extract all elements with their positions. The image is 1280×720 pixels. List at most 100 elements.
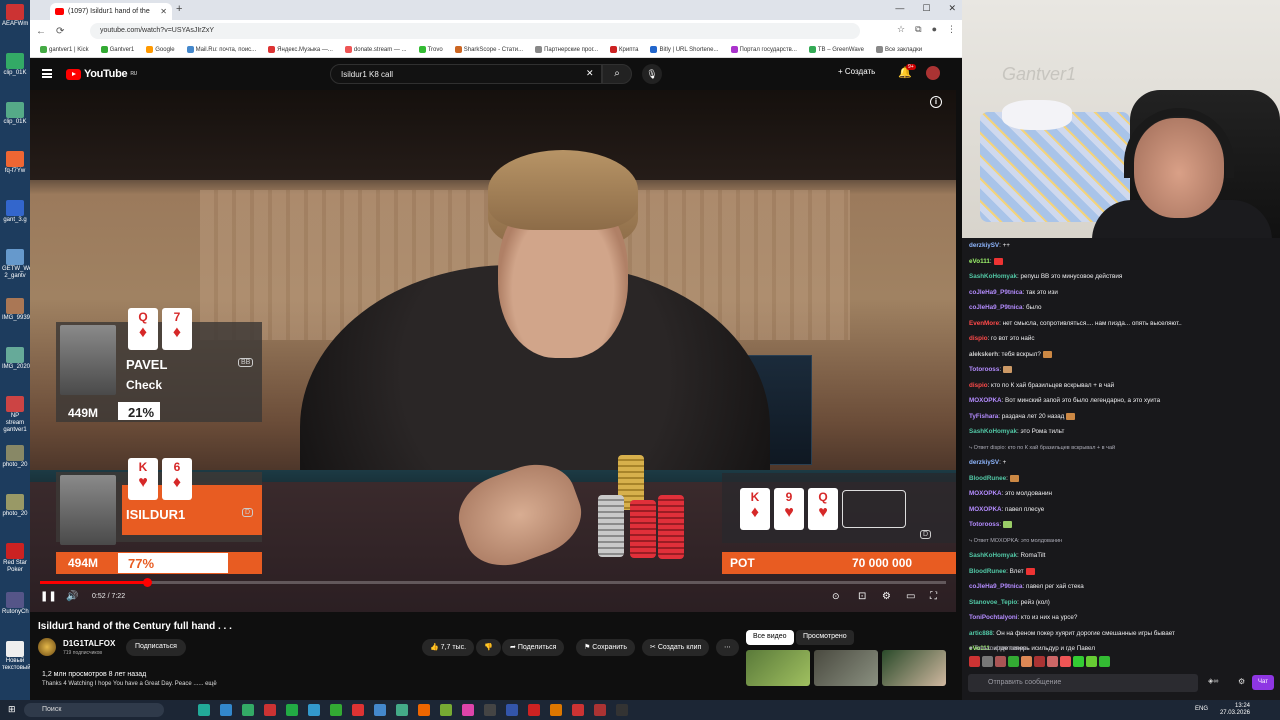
emote-icon[interactable] xyxy=(995,656,1006,667)
emote-icon[interactable] xyxy=(1034,656,1045,667)
chat-send-button[interactable]: Чат xyxy=(1252,675,1274,690)
taskbar-app-icon[interactable] xyxy=(550,704,562,716)
taskbar-app-icon[interactable] xyxy=(506,704,518,716)
taskbar-app-icon[interactable] xyxy=(484,704,496,716)
taskbar-app-icon[interactable] xyxy=(198,704,210,716)
chat-username[interactable]: dispio xyxy=(969,335,988,342)
desktop-icon[interactable]: clip_01K xyxy=(2,53,28,77)
taskbar-app-icon[interactable] xyxy=(418,704,430,716)
channel-points-icon[interactable]: ◈∞ xyxy=(1208,677,1218,685)
taskbar-app-icon[interactable] xyxy=(308,704,320,716)
taskbar-app-icon[interactable] xyxy=(264,704,276,716)
bookmark-item[interactable]: donate.stream — ... xyxy=(344,46,407,53)
chat-username[interactable]: derzkiySV xyxy=(969,459,999,466)
browser-tab[interactable]: (1097) Isildur1 hand of the ✕ xyxy=(50,3,172,20)
chat-input[interactable]: Отправить сообщение xyxy=(968,674,1198,692)
channel-name[interactable]: D1G1TALFOX xyxy=(63,639,115,648)
desktop-icon[interactable]: photo_20 xyxy=(2,445,28,469)
emote-icon[interactable] xyxy=(1060,656,1071,667)
fullscreen-icon[interactable]: ⛶ xyxy=(930,591,937,602)
chat-username[interactable]: Stanovoe_Tepio xyxy=(969,599,1017,606)
taskbar-app-icon[interactable] xyxy=(572,704,584,716)
profile-icon[interactable]: ● xyxy=(932,24,937,35)
chat-username[interactable]: ToniPochtalyoni xyxy=(969,614,1018,621)
bookmark-item[interactable]: Trovo xyxy=(418,46,443,53)
taskbar-app-icon[interactable] xyxy=(616,704,628,716)
chat-username[interactable]: SashKoHomyak xyxy=(969,552,1017,559)
desktop-icon[interactable]: photo_20 xyxy=(2,494,28,518)
more-actions-button[interactable]: ⋯ xyxy=(716,639,739,656)
taskbar-search[interactable]: Поиск xyxy=(24,703,164,717)
share-button[interactable]: ➦ Поделиться xyxy=(502,639,565,656)
taskbar-app-icon[interactable] xyxy=(594,704,606,716)
emote-icon[interactable] xyxy=(1086,656,1097,667)
taskbar-app-icon[interactable] xyxy=(330,704,342,716)
chat-username[interactable]: eVo111 xyxy=(969,258,990,265)
recommended-thumbnail-1[interactable] xyxy=(746,650,810,686)
close-tab-icon[interactable]: ✕ xyxy=(160,7,167,16)
chat-username[interactable]: coJleHa9_P9tnica xyxy=(969,304,1023,311)
maximize-button[interactable]: ☐ xyxy=(922,3,930,14)
chat-username[interactable]: MOXOPKA xyxy=(969,490,1002,497)
description-snippet[interactable]: Thanks 4 Watching I hope You have a Grea… xyxy=(42,681,217,687)
taskbar-app-icon[interactable] xyxy=(396,704,408,716)
new-tab-button[interactable]: + xyxy=(176,3,182,15)
emote-icon[interactable] xyxy=(1047,656,1058,667)
chat-username[interactable]: artic888 xyxy=(969,630,993,637)
bookmark-item[interactable]: Mail.Ru: почта, поис... xyxy=(186,46,256,53)
extensions-icon[interactable]: ⧉ xyxy=(915,24,921,35)
hamburger-menu-icon[interactable] xyxy=(42,69,52,78)
taskbar-app-icon[interactable] xyxy=(462,704,474,716)
close-window-button[interactable]: ✕ xyxy=(948,3,956,14)
language-indicator[interactable]: ENG xyxy=(1195,706,1208,712)
subtitles-icon[interactable]: ⊡ xyxy=(858,591,866,602)
desktop-icon[interactable]: Red Star Poker xyxy=(2,543,28,574)
bookmark-item[interactable]: Gantver1 xyxy=(100,46,134,53)
taskbar-app-icon[interactable] xyxy=(374,704,386,716)
bookmark-item[interactable]: gantver1 | Kick xyxy=(40,46,89,53)
desktop-icon[interactable]: gant_3.g xyxy=(2,200,28,224)
microphone-icon[interactable]: 🎙 xyxy=(642,64,662,84)
emote-icon[interactable] xyxy=(1021,656,1032,667)
bookmark-item[interactable]: SharkScope - Стати... xyxy=(454,46,523,53)
desktop-icon[interactable]: RutonyCh xyxy=(2,592,29,616)
chat-username[interactable]: coJleHa9_P9tnica xyxy=(969,583,1023,590)
emote-icon[interactable] xyxy=(1073,656,1084,667)
desktop-icon[interactable]: clip_01K xyxy=(2,102,28,126)
chat-username[interactable]: SashKoHomyak xyxy=(969,273,1017,280)
bookmark-item[interactable]: Яндекс.Музыка —... xyxy=(268,46,333,53)
bookmark-item[interactable]: Портал государств... xyxy=(730,46,797,53)
taskbar-app-icon[interactable] xyxy=(352,704,364,716)
menu-dots-icon[interactable]: ⋮ xyxy=(947,24,956,35)
subscribe-button[interactable]: Подписаться xyxy=(126,639,186,656)
chat-username[interactable]: Totorooss xyxy=(969,521,999,528)
taskbar-app-icon[interactable] xyxy=(440,704,452,716)
chat-username[interactable]: coJleHa9_P9tnica xyxy=(969,289,1023,296)
desktop-icon[interactable]: NP stream gantver1 xyxy=(2,396,28,434)
emote-icon[interactable] xyxy=(1008,656,1019,667)
start-icon[interactable]: ⊞ xyxy=(8,704,16,715)
back-arrow-icon[interactable]: ← xyxy=(36,26,46,37)
chip-viewed[interactable]: Просмотрено xyxy=(796,630,854,645)
search-button[interactable]: ⌕ xyxy=(602,64,632,84)
like-button[interactable]: 👍 7,7 тыс. xyxy=(422,639,475,656)
video-progress-bar[interactable] xyxy=(40,578,946,587)
url-field[interactable]: youtube.com/watch?v=USYAsJIrZxY xyxy=(90,23,860,39)
chat-username[interactable]: TyFishara xyxy=(969,413,998,420)
recommended-thumbnail-3[interactable] xyxy=(882,650,946,686)
bookmark-item[interactable]: Все закладки xyxy=(876,46,922,53)
chat-username[interactable]: SashKoHomyak xyxy=(969,428,1017,435)
taskbar-app-icon[interactable] xyxy=(528,704,540,716)
channel-avatar[interactable] xyxy=(38,638,56,656)
desktop-icon[interactable]: Новый текстовый xyxy=(2,641,31,672)
reload-icon[interactable]: ⟳ xyxy=(56,26,64,37)
video-player[interactable]: ver i Q♦ 7♦ PAVEL Check BB 449M xyxy=(30,90,956,612)
minimize-button[interactable]: — xyxy=(895,3,904,14)
chat-username[interactable]: Totorooss xyxy=(969,366,999,373)
emote-icon[interactable] xyxy=(1099,656,1110,667)
chat-username[interactable]: MOXOPKA xyxy=(969,397,1002,404)
search-input[interactable]: Isildur1 K8 call xyxy=(330,64,602,84)
create-button[interactable]: + Создать xyxy=(838,67,875,76)
taskbar-app-icon[interactable] xyxy=(220,704,232,716)
bookmark-item[interactable]: Google xyxy=(146,46,175,53)
